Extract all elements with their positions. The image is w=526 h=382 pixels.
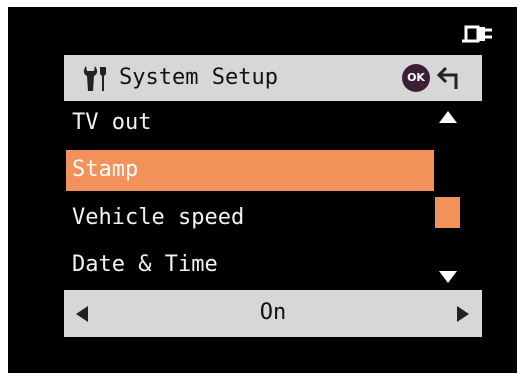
menu-item-stamp[interactable]: Stamp bbox=[66, 150, 434, 191]
menu-item-label: Date & Time bbox=[72, 252, 218, 277]
scroll-down-arrow-icon[interactable] bbox=[438, 270, 458, 284]
power-plug-icon bbox=[462, 25, 492, 43]
menu-item-label: Stamp bbox=[72, 157, 139, 182]
menu-item-vehicle-speed[interactable]: Vehicle speed bbox=[66, 198, 434, 239]
value-selector-text: On bbox=[259, 300, 287, 325]
scroll-up-arrow-icon[interactable] bbox=[438, 110, 458, 124]
menu-item-date-time[interactable]: Date & Time bbox=[66, 245, 434, 286]
page-title: System Setup bbox=[119, 65, 278, 90]
value-selector[interactable]: On bbox=[64, 290, 482, 337]
scrollbar-thumb[interactable] bbox=[435, 197, 460, 228]
right-arrow-icon[interactable] bbox=[456, 305, 470, 323]
camera-screen: System Setup OK TV out Stamp Vehicle spe… bbox=[8, 7, 517, 373]
back-arrow-icon[interactable] bbox=[436, 64, 466, 92]
menu-item-label: Vehicle speed bbox=[72, 205, 245, 230]
tools-icon bbox=[83, 66, 106, 91]
menu-item-label: TV out bbox=[72, 110, 152, 135]
menu-item-tv-out[interactable]: TV out bbox=[66, 103, 434, 144]
ok-button[interactable]: OK bbox=[402, 64, 430, 92]
settings-header: System Setup OK bbox=[64, 55, 482, 101]
